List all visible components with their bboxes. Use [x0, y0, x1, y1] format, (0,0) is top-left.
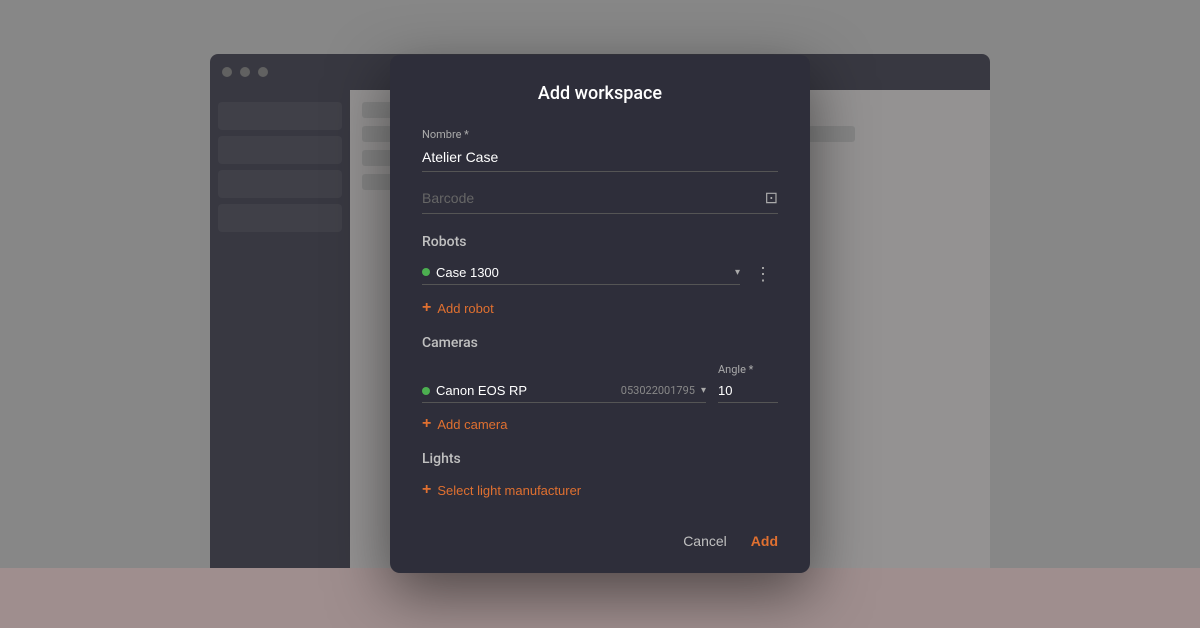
cameras-section-header: Cameras — [422, 335, 778, 351]
cancel-button[interactable]: Cancel — [683, 533, 727, 549]
add-robot-button[interactable]: + Add robot — [422, 297, 494, 319]
add-camera-button[interactable]: + Add camera — [422, 413, 507, 435]
modal-title: Add workspace — [422, 83, 778, 104]
camera-row: Canon EOS RP 053022001795 ▾ Angle * — [422, 363, 778, 403]
angle-label: Angle * — [718, 363, 778, 376]
add-button[interactable]: Add — [751, 533, 778, 549]
barcode-scan-icon[interactable]: ⊡ — [765, 188, 778, 207]
lights-section: Lights + Select light manufacturer — [422, 451, 778, 501]
name-label: Nombre * — [422, 128, 778, 141]
camera-chevron-icon: ▾ — [701, 385, 706, 396]
cameras-section: Cameras Canon EOS RP 053022001795 ▾ Angl… — [422, 335, 778, 435]
angle-input[interactable] — [718, 381, 778, 403]
name-field-group: Nombre * — [422, 128, 778, 172]
lights-section-header: Lights — [422, 451, 778, 467]
select-light-manufacturer-button[interactable]: + Select light manufacturer — [422, 479, 581, 501]
camera-status-dot — [422, 387, 430, 395]
name-input[interactable] — [422, 145, 778, 172]
barcode-field-group: ⊡ — [422, 188, 778, 214]
barcode-input[interactable] — [422, 190, 765, 206]
add-camera-plus-icon: + — [422, 415, 431, 433]
robot-more-icon[interactable]: ⋮ — [748, 262, 778, 287]
modal-overlay: Add workspace Nombre * ⊡ Robots Case 130… — [0, 0, 1200, 628]
angle-group: Angle * — [718, 363, 778, 403]
select-light-plus-icon: + — [422, 481, 431, 499]
robot-select-wrapper: Case 1300 ▾ — [422, 265, 740, 285]
add-workspace-modal: Add workspace Nombre * ⊡ Robots Case 130… — [390, 55, 810, 573]
robot-row: Case 1300 ▾ ⋮ — [422, 262, 778, 287]
robot-status-dot — [422, 268, 430, 276]
robot-select[interactable]: Case 1300 — [436, 265, 729, 280]
robots-section-header: Robots — [422, 234, 778, 250]
robots-section: Robots Case 1300 ▾ ⋮ + Add robot — [422, 234, 778, 319]
camera-select-wrapper: Canon EOS RP 053022001795 ▾ — [422, 383, 706, 403]
robot-chevron-icon: ▾ — [735, 267, 740, 278]
camera-id: 053022001795 — [621, 384, 695, 397]
add-robot-label: Add robot — [437, 301, 493, 316]
add-robot-plus-icon: + — [422, 299, 431, 317]
camera-select[interactable]: Canon EOS RP — [436, 383, 615, 398]
add-camera-label: Add camera — [437, 417, 507, 432]
modal-footer: Cancel Add — [422, 525, 778, 549]
select-light-label: Select light manufacturer — [437, 483, 581, 498]
